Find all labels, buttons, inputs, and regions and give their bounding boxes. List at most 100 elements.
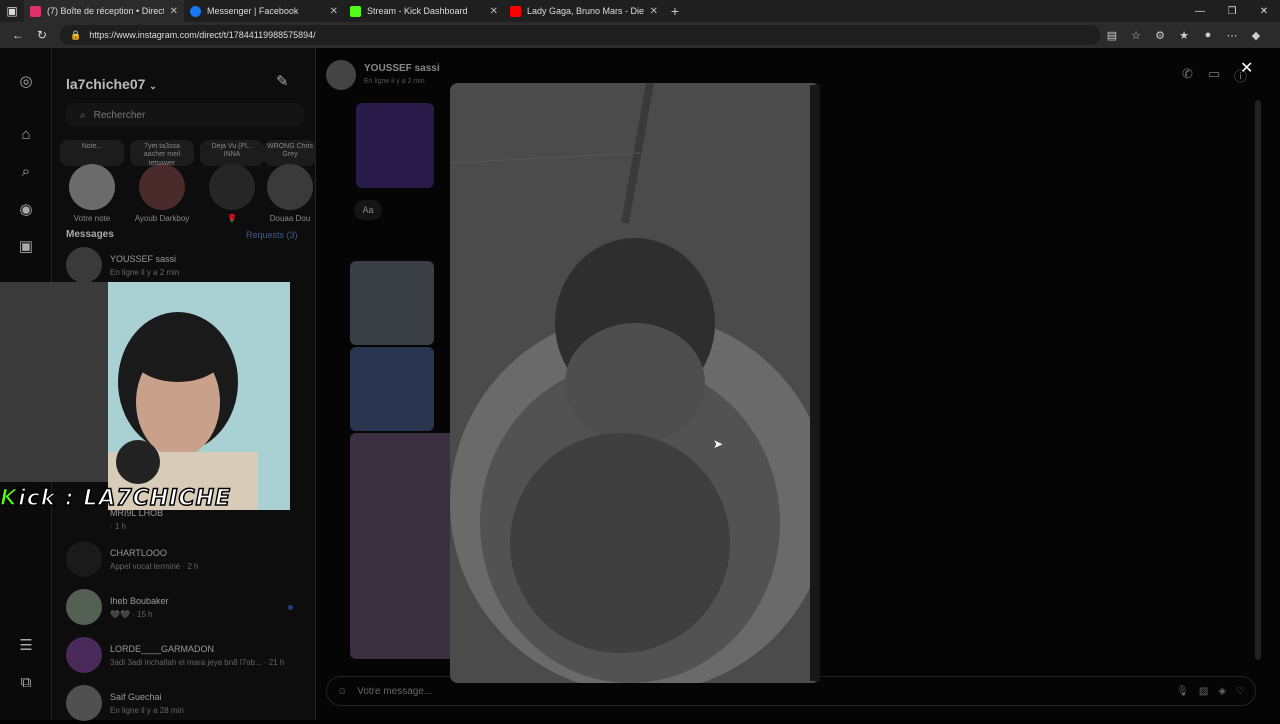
video-call-icon[interactable]: ▭ bbox=[1208, 66, 1220, 82]
reader-icon[interactable]: ▤ bbox=[1100, 29, 1124, 42]
apps-icon[interactable]: ⧉ bbox=[16, 674, 36, 694]
search-input[interactable]: ⌕ Rechercher bbox=[66, 103, 304, 127]
favorite-star-icon[interactable]: ☆ bbox=[1124, 29, 1148, 42]
image-icon[interactable]: ▨ bbox=[1199, 686, 1208, 697]
favorites-icon[interactable]: ★ bbox=[1172, 29, 1196, 42]
kick-channel-banner: Kick : LA7CHICHE bbox=[0, 485, 290, 514]
contact-status: En ligne il y a 2 min bbox=[364, 78, 425, 85]
browser-tab-youtube[interactable]: Lady Gaga, Bruno Mars - Die With ✕ bbox=[504, 0, 664, 22]
search-icon[interactable]: ⌕ bbox=[16, 163, 36, 183]
conversation-name: Saif Guechai bbox=[110, 691, 162, 702]
contact-avatar[interactable] bbox=[326, 60, 356, 90]
note-item[interactable]: 7yet ta3ssa aacher meil tetsawer Ayoub D… bbox=[130, 140, 194, 223]
conversation-name: LORDE____GARMADON bbox=[110, 643, 215, 654]
avatar bbox=[139, 164, 185, 210]
username: la7chiche07 bbox=[66, 76, 146, 92]
instagram-logo-icon[interactable]: ◎ bbox=[16, 72, 36, 92]
url-text: https://www.instagram.com/direct/t/17844… bbox=[89, 30, 316, 40]
conversation-preview: Appel vocal terminé · 2 h bbox=[110, 561, 199, 571]
aa-reaction[interactable]: Aa bbox=[354, 200, 382, 220]
tab-actions-icon[interactable]: ▣ bbox=[0, 4, 24, 18]
kick-channel-text: ick : LA7CHICHE bbox=[17, 485, 232, 512]
sticker-icon[interactable]: ◈ bbox=[1218, 686, 1226, 697]
back-icon[interactable]: ← bbox=[6, 28, 30, 42]
kick-favicon-icon bbox=[350, 5, 361, 17]
viewer-scrollbar[interactable] bbox=[810, 85, 820, 681]
reload-icon[interactable]: ↻ bbox=[30, 28, 54, 42]
reels-icon[interactable]: ▣ bbox=[16, 237, 36, 257]
avatar bbox=[66, 685, 102, 721]
webcam-feed bbox=[108, 282, 290, 510]
avatar bbox=[209, 164, 255, 210]
url-bar[interactable]: 🔒 https://www.instagram.com/direct/t/178… bbox=[60, 25, 1100, 45]
microphone-icon[interactable]: 🎙 bbox=[1176, 686, 1189, 697]
conversation-preview: En ligne il y a 28 min bbox=[110, 705, 184, 715]
browser-tab-facebook[interactable]: Messenger | Facebook ✕ bbox=[184, 0, 344, 22]
close-tab-icon[interactable]: ✕ bbox=[170, 6, 178, 17]
avatar bbox=[66, 541, 102, 577]
note-name: 🌹 bbox=[227, 214, 237, 223]
chat-scrollbar[interactable] bbox=[1255, 100, 1261, 660]
close-window-icon[interactable]: ✕ bbox=[1248, 6, 1280, 17]
tab-title: (7) Boîte de réception • Direct bbox=[47, 6, 164, 16]
note-item[interactable]: Deja Vu (Pl... INNA 🌹 bbox=[200, 140, 264, 223]
shared-photo[interactable] bbox=[350, 261, 434, 345]
maximize-icon[interactable]: ❐ bbox=[1216, 6, 1248, 17]
account-switcher[interactable]: la7chiche07 ⌄ bbox=[66, 76, 157, 92]
avatar bbox=[267, 164, 313, 210]
webcam-background bbox=[0, 282, 108, 482]
kick-logo-letter: K bbox=[0, 485, 19, 512]
conversation-item[interactable]: Iheb Boubaker 🖤🖤 · 15 h bbox=[66, 586, 306, 628]
conversation-item[interactable]: YOUSSEF sassi En ligne il y a 2 min bbox=[66, 244, 306, 286]
shared-image[interactable] bbox=[356, 103, 434, 188]
browser-tab-kick[interactable]: Stream - Kick Dashboard ✕ bbox=[344, 0, 504, 22]
avatar bbox=[66, 247, 102, 283]
note-bubble: Note... bbox=[60, 140, 124, 166]
close-tab-icon[interactable]: ✕ bbox=[490, 6, 498, 17]
shared-photo[interactable] bbox=[350, 347, 434, 431]
close-viewer-icon[interactable]: ✕ bbox=[1240, 58, 1253, 78]
more-icon[interactable]: ⋯ bbox=[1220, 29, 1244, 42]
menu-icon[interactable]: ☰ bbox=[16, 636, 36, 656]
tab-title: Stream - Kick Dashboard bbox=[367, 6, 468, 16]
extensions-icon[interactable]: ⚙ bbox=[1148, 29, 1172, 42]
note-bubble: WRONG Chris Grey bbox=[264, 140, 316, 166]
new-tab-button[interactable]: + bbox=[664, 3, 686, 19]
conversation-item[interactable]: LORDE____GARMADON 3adi 3adi inchallah el… bbox=[66, 634, 306, 676]
shared-photo[interactable] bbox=[350, 433, 460, 659]
explore-icon[interactable]: ◉ bbox=[16, 200, 36, 220]
note-name: Ayoub Darkboy bbox=[134, 214, 190, 223]
media-viewer[interactable] bbox=[450, 83, 820, 683]
browser-tab-bar: ▣ (7) Boîte de réception • Direct ✕ Mess… bbox=[0, 0, 1280, 22]
conversation-preview: 🖤🖤 · 15 h bbox=[110, 609, 153, 619]
instagram-favicon-icon bbox=[30, 5, 41, 17]
close-tab-icon[interactable]: ✕ bbox=[650, 6, 658, 17]
message-input[interactable]: Votre message... bbox=[357, 686, 1166, 697]
phone-call-icon[interactable]: ✆ bbox=[1182, 66, 1193, 82]
note-name: Douaa Dou bbox=[269, 214, 311, 223]
contact-name[interactable]: YOUSSEF sassi bbox=[364, 63, 440, 74]
close-tab-icon[interactable]: ✕ bbox=[330, 6, 338, 17]
minimize-icon[interactable]: — bbox=[1184, 6, 1216, 17]
requests-link[interactable]: Requests (3) bbox=[246, 230, 298, 240]
heart-icon[interactable]: ♡ bbox=[1236, 686, 1245, 697]
address-toolbar: ← ↻ 🔒 https://www.instagram.com/direct/t… bbox=[0, 22, 1280, 48]
window-controls: — ❐ ✕ bbox=[1184, 6, 1280, 17]
conversation-item[interactable]: Saif Guechai En ligne il y a 28 min bbox=[66, 682, 306, 724]
browser-tab-instagram[interactable]: (7) Boîte de réception • Direct ✕ bbox=[24, 0, 184, 22]
emoji-icon[interactable]: ☺ bbox=[337, 686, 347, 697]
home-icon[interactable]: ⌂ bbox=[16, 126, 36, 146]
note-bubble: Deja Vu (Pl... INNA bbox=[200, 140, 264, 166]
conversation-preview: En ligne il y a 2 min bbox=[110, 267, 180, 277]
new-message-icon[interactable]: ✎ bbox=[276, 72, 289, 90]
avatar bbox=[66, 637, 102, 673]
conversation-preview: 3adi 3adi inchallah el mara jeya bn8 l7o… bbox=[110, 657, 285, 667]
note-name: Votre note bbox=[73, 214, 111, 223]
profile-icon[interactable]: ● bbox=[1196, 29, 1220, 41]
conversation-item[interactable]: CHARTLOOO Appel vocal terminé · 2 h bbox=[66, 538, 306, 580]
conversation-name: CHARTLOOO bbox=[110, 547, 167, 558]
note-item[interactable]: WRONG Chris Grey Douaa Dou bbox=[264, 140, 316, 223]
unread-dot bbox=[288, 605, 293, 610]
copilot-icon[interactable]: ◆ bbox=[1244, 29, 1268, 42]
note-item[interactable]: Note... Votre note bbox=[60, 140, 124, 223]
